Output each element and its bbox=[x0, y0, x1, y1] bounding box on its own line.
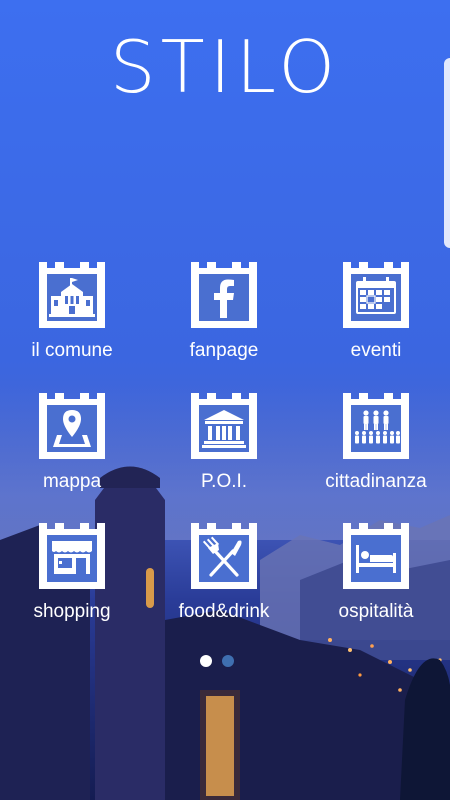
edge-panel-handle[interactable] bbox=[444, 58, 450, 248]
page-indicator bbox=[200, 655, 250, 669]
menu-item-label: P.O.I. bbox=[200, 471, 248, 492]
menu-item-label: food&drink bbox=[178, 601, 270, 622]
page-dot-inactive[interactable] bbox=[222, 655, 234, 667]
menu-item-label: fanpage bbox=[189, 340, 259, 361]
fork-knife-icon bbox=[191, 523, 257, 589]
menu-item-food-drink[interactable]: food&drink bbox=[154, 523, 294, 643]
menu-item-label: ospitalità bbox=[338, 601, 414, 622]
citizens-icon bbox=[343, 393, 409, 459]
shop-icon bbox=[39, 523, 105, 589]
town-hall-icon bbox=[39, 262, 105, 328]
menu-item-mappa[interactable]: mappa bbox=[2, 393, 142, 513]
app-title: STILO bbox=[109, 25, 341, 109]
facebook-icon bbox=[191, 262, 257, 328]
page-dot-active[interactable] bbox=[200, 655, 212, 667]
bed-icon bbox=[343, 523, 409, 589]
lit-window bbox=[146, 568, 154, 608]
map-pin-icon bbox=[39, 393, 105, 459]
calendar-icon bbox=[343, 262, 409, 328]
menu-item-ospitalita[interactable]: ospitalità bbox=[306, 523, 446, 643]
menu-item-fanpage[interactable]: fanpage bbox=[154, 262, 294, 382]
menu-item-eventi[interactable]: eventi bbox=[306, 262, 446, 382]
menu-item-shopping[interactable]: shopping bbox=[2, 523, 142, 643]
menu-item-label: mappa bbox=[42, 471, 102, 492]
menu-item-poi[interactable]: P.O.I. bbox=[154, 393, 294, 513]
menu-item-label: il comune bbox=[31, 340, 113, 361]
menu-item-cittadinanza[interactable]: cittadinanza bbox=[306, 393, 446, 513]
menu-item-label: shopping bbox=[33, 601, 111, 622]
menu-item-label: eventi bbox=[350, 340, 402, 361]
monument-icon bbox=[191, 393, 257, 459]
menu-item-il-comune[interactable]: il comune bbox=[2, 262, 142, 382]
menu-item-label: cittadinanza bbox=[325, 471, 427, 492]
